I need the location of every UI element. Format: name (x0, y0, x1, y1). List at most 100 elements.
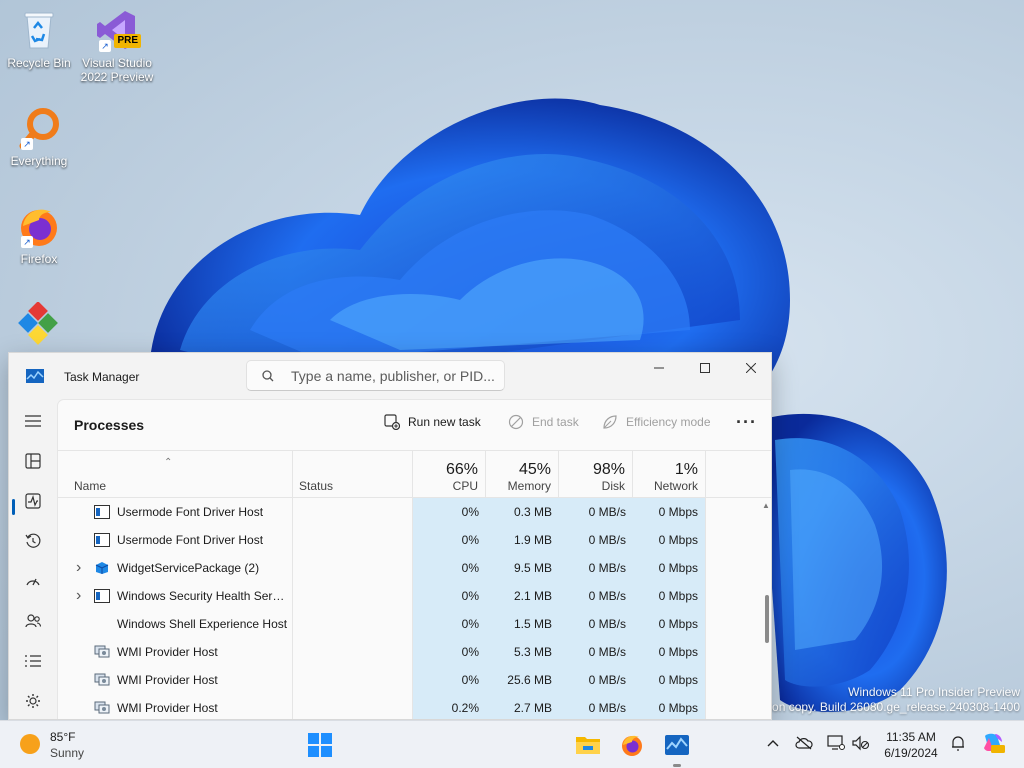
nav-services[interactable] (19, 687, 47, 715)
maximize-button[interactable] (682, 353, 728, 383)
process-disk: 0 MB/s (559, 498, 633, 526)
title-bar[interactable]: Task Manager (9, 353, 771, 399)
running-indicator (673, 764, 681, 767)
process-row[interactable]: › Windows Security Health Servi... 0% 2.1 M… (58, 582, 771, 610)
nav-menu[interactable] (19, 407, 47, 435)
watermark-build: ation copy. Build 26080.ge_release.24030… (759, 700, 1020, 714)
task-manager-window: Task Manager Type a name, publisher, or … (8, 352, 772, 720)
history-icon (25, 533, 41, 548)
maximize-icon (700, 363, 710, 373)
scrollbar-thumb[interactable] (765, 595, 769, 643)
scroll-up-arrow-icon[interactable]: ▲ (762, 501, 770, 510)
wmi-icon (94, 701, 110, 715)
process-name: WidgetServicePackage (2) (117, 561, 260, 575)
end-task-button[interactable]: End task (508, 414, 579, 430)
search-input[interactable] (291, 367, 496, 385)
run-new-task-label: Run new task (408, 415, 481, 429)
nav-performance[interactable] (19, 487, 47, 515)
desktop-icon-recycle-bin[interactable]: Recycle Bin (1, 8, 77, 70)
column-status-label: Status (299, 479, 334, 493)
process-row[interactable]: Usermode Font Driver Host 0% 1.9 MB 0 MB/s 0… (58, 526, 771, 554)
process-name: WMI Provider Host (117, 645, 218, 659)
folder-icon (576, 737, 600, 754)
performance-icon (25, 493, 41, 509)
nav-processes[interactable] (19, 447, 47, 475)
process-row[interactable]: WMI Provider Host 0.2% 2.7 MB 0 MB/s 0 Mbps (58, 694, 771, 719)
process-row[interactable]: WMI Provider Host 0% 5.3 MB 0 MB/s 0 Mbps (58, 638, 771, 666)
recycle-bin-icon (17, 8, 61, 52)
window-title: Task Manager (64, 370, 140, 384)
copilot-button[interactable] (980, 733, 1006, 753)
close-button[interactable] (728, 353, 771, 383)
windows-logo-icon (308, 733, 332, 757)
nav-users[interactable] (19, 607, 47, 635)
process-network: 0 Mbps (633, 638, 705, 666)
show-hidden-icons-button[interactable] (763, 733, 783, 753)
column-name[interactable]: Name (58, 451, 292, 499)
disk-total: 98% (592, 461, 625, 478)
desktop-icon-label: Firefox (20, 252, 58, 266)
process-row[interactable]: Usermode Font Driver Host 0% 0.3 MB 0 MB/s 0… (58, 498, 771, 526)
navigation-pane (9, 399, 57, 719)
nav-details[interactable] (19, 647, 47, 675)
shortcut-arrow-icon: ↗ (99, 40, 111, 52)
chevron-up-icon (767, 740, 779, 747)
process-disk: 0 MB/s (559, 666, 633, 694)
process-row[interactable]: WMI Provider Host 0% 25.6 MB 0 MB/s 0 Mbps (58, 666, 771, 694)
desktop-icon-app-shortcut[interactable] (1, 301, 77, 350)
column-network[interactable]: 1% Network (633, 451, 705, 499)
visual-studio-icon: PRE ↗ (95, 8, 141, 52)
network-total: 1% (674, 461, 698, 478)
expand-chevron-icon[interactable]: › (76, 582, 81, 610)
column-disk-label: Disk (601, 479, 625, 493)
nav-startup-apps[interactable] (19, 567, 47, 595)
process-disk: 0 MB/s (559, 638, 633, 666)
process-disk: 0 MB/s (559, 526, 633, 554)
column-memory[interactable]: 45% Memory (486, 451, 558, 499)
app-shortcut-icon (17, 301, 61, 346)
column-network-label: Network (653, 479, 698, 493)
sunny-weather-icon (20, 734, 40, 754)
weather-temperature: 85°F (50, 730, 76, 744)
expand-chevron-icon[interactable]: › (76, 554, 81, 582)
system-clock[interactable]: 11:35 AM 6/19/2024 (880, 729, 942, 761)
column-disk[interactable]: 98% Disk (559, 451, 632, 499)
start-button[interactable] (302, 727, 338, 763)
column-cpu[interactable]: 66% CPU (413, 451, 485, 499)
search-box[interactable] (246, 360, 505, 391)
vertical-scrollbar[interactable]: ▲ (761, 499, 771, 719)
close-icon (746, 363, 756, 373)
desktop-icon-everything[interactable]: ↗ Everything (1, 106, 77, 168)
window-process-icon (94, 533, 110, 547)
notifications-button[interactable] (948, 733, 968, 753)
clock-time: 11:35 AM (886, 730, 936, 744)
run-new-task-button[interactable]: Run new task (384, 414, 481, 430)
process-name: Windows Shell Experience Host (117, 617, 288, 631)
network-icon[interactable] (826, 733, 846, 753)
taskbar: 85°F Sunny 11:35 AM 6/19/2024 (0, 720, 1024, 768)
page-title: Processes (74, 417, 145, 433)
process-row[interactable]: › WidgetServicePackage (2) 0% 9.5 MB 0 MB/s 0… (58, 554, 771, 582)
cpu-total: 66% (445, 461, 478, 478)
file-explorer-button[interactable] (570, 727, 606, 763)
process-row[interactable]: Windows Shell Experience Host 0% 1.5 MB 0 M… (58, 610, 771, 638)
process-disk: 0 MB/s (559, 610, 633, 638)
process-network: 0 Mbps (633, 554, 705, 582)
desktop-icon-firefox[interactable]: ↗ Firefox (1, 204, 77, 266)
search-icon (262, 370, 274, 382)
process-disk: 0 MB/s (559, 694, 633, 719)
more-options-button[interactable]: ··· (736, 412, 757, 433)
nav-app-history[interactable] (19, 527, 47, 555)
wmi-icon (94, 645, 110, 659)
efficiency-mode-button[interactable]: Efficiency mode (602, 414, 711, 430)
volume-muted-icon[interactable] (851, 733, 871, 753)
firefox-taskbar-button[interactable] (614, 727, 650, 763)
column-status[interactable]: Status (293, 451, 412, 499)
preview-badge: PRE (114, 34, 141, 48)
desktop-icon-label: Everything (10, 154, 68, 168)
desktop-icon-visual-studio[interactable]: PRE ↗ Visual Studio 2022 Preview (79, 8, 155, 84)
task-manager-taskbar-button[interactable] (659, 727, 695, 767)
cloud-sync-icon[interactable] (794, 733, 814, 753)
minimize-button[interactable] (636, 353, 682, 383)
process-disk: 0 MB/s (559, 582, 633, 610)
